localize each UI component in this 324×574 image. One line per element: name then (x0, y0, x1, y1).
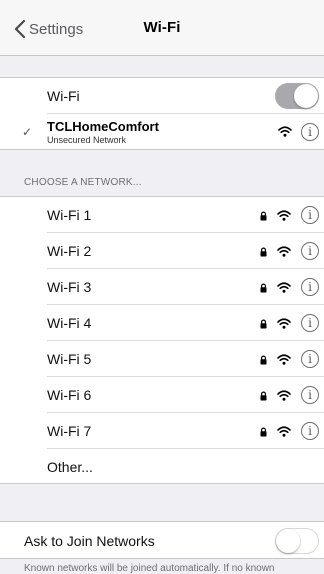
network-name: Wi-Fi 4 (47, 315, 92, 331)
ask-to-join-footer: Known networks will be joined automatica… (24, 563, 275, 574)
connected-network-detail: Unsecured Network (47, 135, 127, 145)
info-icon[interactable]: i (301, 278, 319, 296)
network-name: Wi-Fi 2 (47, 243, 92, 259)
ask-to-join-section: Ask to Join Networks (0, 521, 324, 559)
checkmark-icon: ✓ (22, 125, 33, 139)
network-list: Wi-Fi 1 i Wi-Fi 2 i Wi-Fi 3 i Wi-Fi 4 i Wi-Fi 5 i… (0, 196, 324, 484)
network-row[interactable]: Wi-Fi 7 i (0, 413, 324, 449)
toggle-knob (276, 529, 300, 553)
network-row[interactable]: Wi-Fi 6 i (0, 377, 324, 413)
info-icon[interactable]: i (301, 123, 319, 141)
wifi-toggle-label: Wi-Fi (47, 88, 80, 104)
wifi-signal-icon (277, 390, 291, 401)
wifi-toggle-row: Wi-Fi (0, 78, 324, 114)
info-icon[interactable]: i (301, 350, 319, 368)
lock-icon (260, 427, 267, 437)
info-icon[interactable]: i (301, 242, 319, 260)
wifi-signal-icon (277, 354, 291, 365)
network-row[interactable]: Wi-Fi 4 i (0, 305, 324, 341)
network-row[interactable]: Wi-Fi 2 i (0, 233, 324, 269)
wifi-signal-icon (277, 210, 291, 221)
ask-to-join-label: Ask to Join Networks (24, 533, 155, 549)
info-icon[interactable]: i (301, 422, 319, 440)
network-name: Wi-Fi 7 (47, 423, 92, 439)
lock-icon (260, 391, 267, 401)
wifi-signal-icon (278, 126, 292, 137)
network-name: Wi-Fi 1 (47, 207, 92, 223)
connected-network-name: TCLHomeComfort (47, 119, 159, 134)
ask-to-join-toggle[interactable] (275, 528, 319, 554)
lock-icon (260, 247, 267, 257)
network-name: Wi-Fi 3 (47, 279, 92, 295)
wifi-signal-icon (277, 318, 291, 329)
lock-icon (260, 319, 267, 329)
wifi-signal-icon (277, 282, 291, 293)
info-icon[interactable]: i (301, 314, 319, 332)
other-network-row[interactable]: Other... (0, 449, 324, 485)
other-network-label: Other... (47, 459, 93, 475)
toggle-knob (294, 84, 318, 108)
lock-icon (260, 355, 267, 365)
info-icon[interactable]: i (301, 386, 319, 404)
wifi-signal-icon (277, 246, 291, 257)
lock-icon (260, 283, 267, 293)
wifi-signal-icon (277, 426, 291, 437)
network-row[interactable]: Wi-Fi 3 i (0, 269, 324, 305)
choose-network-header: CHOOSE A NETWORK... (24, 177, 142, 188)
connected-network-row[interactable]: ✓ TCLHomeComfort Unsecured Network i (0, 114, 324, 150)
network-row[interactable]: Wi-Fi 5 i (0, 341, 324, 377)
page-title: Wi-Fi (143, 19, 181, 36)
network-row[interactable]: Wi-Fi 1 i (0, 197, 324, 233)
network-name: Wi-Fi 5 (47, 351, 92, 367)
navigation-bar: Settings Wi-Fi (0, 0, 324, 56)
info-icon[interactable]: i (301, 206, 319, 224)
ask-to-join-row: Ask to Join Networks (0, 523, 324, 559)
lock-icon (260, 211, 267, 221)
wifi-section: Wi-Fi ✓ TCLHomeComfort Unsecured Network… (0, 77, 324, 150)
wifi-toggle-switch[interactable] (275, 83, 319, 109)
network-name: Wi-Fi 6 (47, 387, 92, 403)
